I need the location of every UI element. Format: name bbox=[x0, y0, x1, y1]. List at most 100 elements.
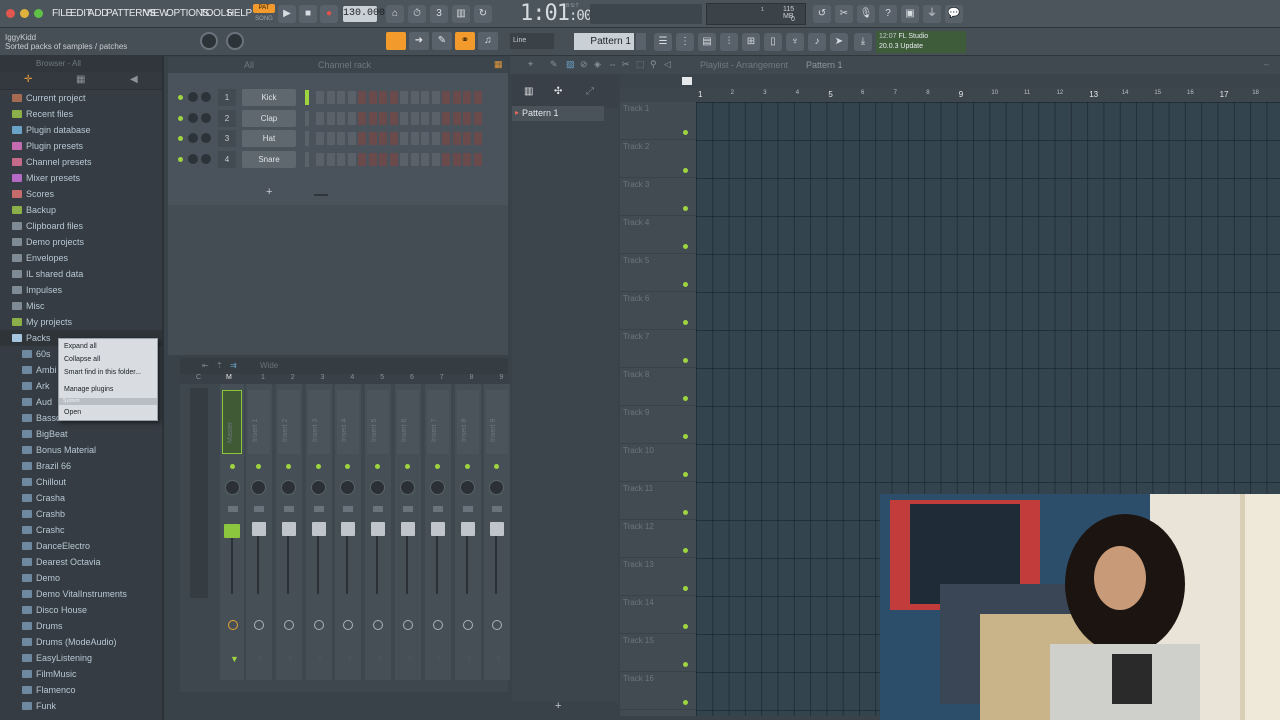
browser-folder[interactable]: Envelopes bbox=[0, 250, 162, 266]
overview-piano-icon[interactable] bbox=[682, 77, 692, 85]
touch-keyboard-button[interactable]: ♆ bbox=[786, 33, 804, 51]
channel-mixer-track[interactable]: 4 bbox=[218, 150, 236, 168]
browser-add-icon[interactable]: ✛ bbox=[24, 74, 32, 85]
playlist-track-header[interactable]: Track 13 bbox=[620, 558, 696, 596]
strip-pan-knob[interactable] bbox=[459, 480, 475, 495]
playlist-track-header[interactable]: Track 6 bbox=[620, 292, 696, 330]
browser-pack-item[interactable]: Bonus Material bbox=[0, 442, 162, 458]
add-pattern-button[interactable]: + bbox=[555, 700, 561, 712]
strip-send-icon[interactable]: ▼ bbox=[435, 654, 444, 664]
channel-mute-led[interactable] bbox=[178, 115, 183, 121]
channel-button[interactable]: Hat bbox=[242, 130, 296, 147]
track-mute-led[interactable] bbox=[683, 358, 688, 363]
channel-volume-knob[interactable] bbox=[188, 153, 198, 164]
strip-fader[interactable] bbox=[460, 522, 475, 536]
slip-tool-icon[interactable]: ⇔ bbox=[608, 59, 617, 69]
step-button[interactable] bbox=[337, 132, 345, 145]
browser-page-icon[interactable]: ▦ bbox=[76, 74, 85, 85]
strip-pan-knob[interactable] bbox=[400, 480, 415, 495]
menu-help[interactable]: HELP bbox=[227, 8, 252, 19]
channel-mute-led[interactable] bbox=[178, 95, 183, 100]
strip-pan-knob[interactable] bbox=[340, 480, 356, 495]
strip-mute-led[interactable] bbox=[256, 464, 261, 469]
step-button[interactable] bbox=[358, 152, 366, 166]
paint-tool-button[interactable]: ✎ bbox=[432, 32, 452, 50]
step-button[interactable] bbox=[410, 132, 419, 145]
strip-mute-led[interactable] bbox=[345, 464, 351, 469]
strip-send-icon[interactable]: ▼ bbox=[286, 654, 295, 664]
mixer-strip-insert[interactable]: Insert 6 ▼ bbox=[395, 384, 421, 680]
step-button[interactable] bbox=[400, 91, 408, 104]
plugin-button[interactable]: ⏚ bbox=[923, 5, 941, 23]
step-edit-button[interactable]: ▥ bbox=[452, 5, 470, 23]
strip-fx-toggle[interactable] bbox=[492, 620, 503, 630]
cut-button[interactable]: ✂ bbox=[835, 5, 853, 23]
strip-fx-toggle[interactable] bbox=[228, 620, 238, 630]
channel-select-led[interactable] bbox=[305, 90, 309, 105]
browser-folder[interactable]: Clipboard files bbox=[0, 218, 162, 234]
step-button[interactable] bbox=[368, 152, 377, 166]
pattern-selector[interactable]: Pattern 1 bbox=[574, 33, 634, 50]
browser-scrollbar[interactable] bbox=[162, 56, 164, 720]
strip-send-icon[interactable]: ▼ bbox=[465, 654, 474, 664]
strip-send-icon[interactable]: ▼ bbox=[256, 654, 265, 664]
channel-mixer-track[interactable]: 3 bbox=[218, 130, 236, 147]
step-button[interactable] bbox=[389, 91, 398, 104]
step-button[interactable] bbox=[316, 152, 324, 166]
playlist-view-button[interactable] bbox=[386, 32, 406, 50]
strip-fx-toggle[interactable] bbox=[313, 620, 324, 630]
browser-folder[interactable]: Mixer presets bbox=[0, 170, 162, 186]
playlist-track-header[interactable]: Track 2 bbox=[620, 140, 696, 178]
strip-mute-led[interactable] bbox=[315, 464, 321, 469]
channel-button[interactable]: Clap bbox=[242, 109, 296, 127]
export-button[interactable]: ➤ bbox=[830, 33, 848, 51]
track-mute-led[interactable] bbox=[683, 662, 688, 667]
tempo-display[interactable]: 130.000 bbox=[343, 6, 385, 22]
track-mute-led[interactable] bbox=[683, 244, 688, 249]
mixer-route-icon[interactable]: ⇉ bbox=[230, 361, 237, 370]
mixer-strip-insert[interactable]: Insert 3 ▼ bbox=[305, 384, 332, 680]
step-button[interactable] bbox=[421, 91, 429, 104]
channel-volume-knob[interactable] bbox=[188, 133, 198, 143]
browser-back-icon[interactable]: ◀ bbox=[130, 74, 138, 85]
track-mute-led[interactable] bbox=[683, 548, 688, 553]
step-button[interactable] bbox=[442, 132, 450, 145]
channel-pan-knob[interactable] bbox=[201, 153, 211, 164]
step-button[interactable] bbox=[358, 132, 366, 145]
step-button[interactable] bbox=[473, 111, 482, 125]
master-volume-pitch[interactable] bbox=[590, 4, 702, 24]
browser-pack-item[interactable]: Crashc bbox=[0, 522, 162, 538]
step-button[interactable] bbox=[368, 91, 377, 104]
step-button[interactable] bbox=[400, 132, 408, 145]
channel-select-led[interactable] bbox=[305, 151, 309, 167]
browser-pack-item[interactable]: EasyListening bbox=[0, 650, 162, 666]
strip-send-icon[interactable]: ▼ bbox=[230, 654, 239, 664]
channel-mute-led[interactable] bbox=[178, 136, 183, 141]
browser-pack-item[interactable]: Chillout bbox=[0, 474, 162, 490]
step-button[interactable] bbox=[379, 91, 387, 104]
step-button[interactable] bbox=[347, 152, 356, 166]
browser-pack-item[interactable]: BigBeat bbox=[0, 426, 162, 442]
playlist-track-header[interactable]: Track 12 bbox=[620, 520, 696, 558]
playlist-minimize-icon[interactable]: – bbox=[1264, 59, 1269, 69]
mic-button[interactable]: 🎙 bbox=[857, 5, 875, 23]
strip-mute-led[interactable] bbox=[285, 464, 291, 469]
track-mute-led[interactable] bbox=[683, 168, 688, 173]
step-button[interactable] bbox=[379, 111, 387, 125]
browser-pack-item[interactable]: FilmMusic bbox=[0, 666, 162, 682]
stop-button[interactable]: ■ bbox=[299, 5, 317, 23]
strip-pan-knob[interactable] bbox=[280, 480, 296, 495]
playlist-track-header[interactable]: Track 11 bbox=[620, 482, 696, 520]
undo-button[interactable]: ↺ bbox=[813, 5, 831, 23]
channel-pan-knob[interactable] bbox=[201, 112, 211, 123]
slice-tool-icon[interactable]: ✂ bbox=[622, 59, 630, 70]
strip-mute-led[interactable] bbox=[464, 464, 470, 469]
strip-fx-toggle[interactable] bbox=[432, 620, 443, 630]
step-button[interactable] bbox=[431, 152, 440, 166]
step-button[interactable] bbox=[326, 132, 335, 145]
step-button[interactable] bbox=[463, 132, 471, 145]
step-button[interactable] bbox=[316, 132, 324, 145]
track-mute-led[interactable] bbox=[683, 206, 688, 211]
mute-tool-icon[interactable]: ◈ bbox=[594, 59, 601, 70]
track-mute-led[interactable] bbox=[683, 320, 688, 325]
